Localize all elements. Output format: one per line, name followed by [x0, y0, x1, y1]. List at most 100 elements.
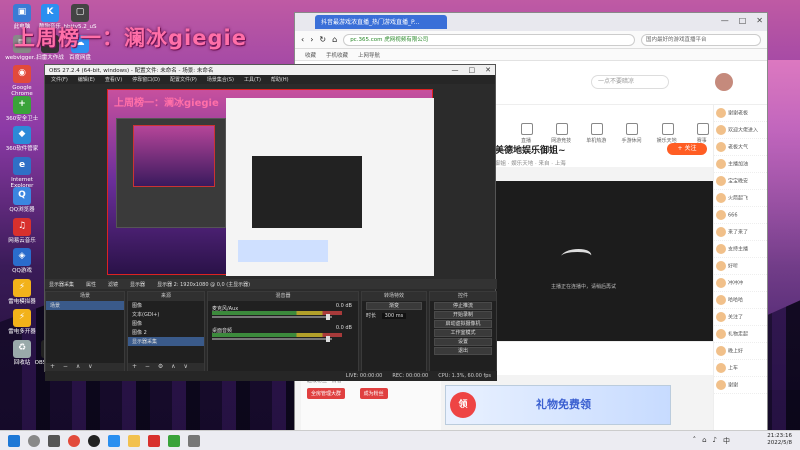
promo-banner[interactable]: 领 礼物免费领: [445, 385, 671, 425]
virtual-camera-button[interactable]: 启动虚拟摄像机: [434, 320, 492, 328]
user-avatar[interactable]: [715, 73, 733, 91]
minimize-icon[interactable]: —: [452, 65, 459, 75]
promo-badge: 领: [450, 392, 476, 418]
site-search-input[interactable]: 一点不要暗凉: [591, 75, 669, 89]
obs-menu-item[interactable]: 编辑(E): [78, 76, 95, 83]
browser-tabbar: 抖音最游戏浓直播_热门游戏直播_P... — □ ✕: [295, 13, 767, 31]
chat-message-text: 欢迎大佬进入: [728, 127, 759, 134]
controls-dock: 控件 停止推流 开始录制 启动虚拟摄像机 工作室模式 设置 退出: [429, 291, 497, 373]
close-icon[interactable]: ✕: [485, 65, 491, 75]
start-icon[interactable]: [8, 434, 20, 447]
become-fan-button[interactable]: 成为粉丝: [359, 388, 388, 399]
obs-menu-item[interactable]: 停靠窗口(D): [132, 76, 160, 83]
source-item[interactable]: 图像 2: [128, 328, 204, 337]
desktop-icon-label: QQ浏览器: [9, 207, 35, 213]
settings-icon[interactable]: [188, 434, 200, 447]
scene-item[interactable]: 场景: [46, 301, 124, 310]
stop-stream-button[interactable]: 停止推流: [434, 302, 492, 310]
refresh-icon[interactable]: ↻: [319, 35, 326, 44]
network-icon[interactable]: ⌂: [702, 436, 706, 446]
address-bar[interactable]: pc.365.com 虎网视频有限公司: [343, 33, 635, 46]
browser-tab-active[interactable]: 抖音最游戏浓直播_热门游戏直播_P...: [315, 15, 447, 29]
settings-button[interactable]: 设置: [434, 338, 492, 346]
maximize-icon[interactable]: □: [469, 65, 476, 75]
browser-search-input[interactable]: 国内最好的游戏直播平台: [641, 33, 761, 46]
desktop-icon-label: 雷电多开器: [8, 329, 36, 335]
maximize-icon[interactable]: □: [739, 16, 747, 25]
obs-icon[interactable]: [88, 434, 100, 447]
site-nav-item[interactable]: 手游休闲: [614, 105, 648, 149]
qq-icon[interactable]: [108, 434, 120, 447]
source-item[interactable]: 图像: [128, 301, 204, 310]
ldplayer-icon: ⚡: [13, 278, 31, 297]
source-item[interactable]: 显示器采集: [128, 337, 204, 346]
chat-message: 礼物走起: [714, 326, 767, 343]
transition-select[interactable]: 渐变: [366, 302, 422, 310]
source-item[interactable]: 图像: [128, 319, 204, 328]
forward-icon[interactable]: ›: [310, 35, 313, 44]
obs-preview[interactable]: 上周榜一：澜冰giegie: [107, 89, 434, 276]
obs-menu-item[interactable]: 工具(T): [244, 76, 261, 83]
chat-message: 晚上好: [714, 343, 767, 360]
chat-message-text: 好听: [728, 263, 739, 270]
bookmark-item[interactable]: 收藏: [305, 51, 316, 59]
desktop-icon[interactable]: ♫ 网易云音乐: [4, 217, 40, 244]
desktop-icon[interactable]: ⚡ 雷电多开器: [4, 309, 40, 335]
music-icon[interactable]: [148, 434, 160, 447]
avatar: [716, 159, 726, 169]
volume-slider-knob[interactable]: [326, 314, 330, 320]
source-name: 显示器采集: [49, 281, 75, 288]
game-icon[interactable]: [168, 434, 180, 447]
start-recording-button[interactable]: 开始录制: [434, 311, 492, 319]
bookmarks-bar: 收藏 手机收藏 上网导航: [295, 49, 767, 61]
chrome-icon[interactable]: [68, 434, 80, 447]
desktop-icon[interactable]: ⚡ 雷电模拟器: [4, 278, 40, 305]
studio-mode-button[interactable]: 工作室模式: [434, 329, 492, 337]
clock[interactable]: 21:23:16 2022/5/8: [767, 433, 792, 447]
volume-slider[interactable]: [212, 316, 332, 318]
obs-menu-item[interactable]: 查看(V): [105, 76, 122, 83]
obs-menu-item[interactable]: 场景集合(S): [207, 76, 234, 83]
360-icon: +: [13, 95, 31, 114]
mixer-dock: 混音器 麦克风/Aux 0.0 dB 桌面音频 0.0 dB: [207, 291, 359, 373]
properties-button[interactable]: 属性: [86, 281, 96, 288]
volume-icon[interactable]: ♪: [713, 436, 717, 446]
site-nav-item[interactable]: 单机热游: [579, 105, 613, 149]
obs-menu-item[interactable]: 配置文件(P): [170, 76, 197, 83]
source-item[interactable]: 文本(GDI+): [128, 310, 204, 319]
volume-slider-knob[interactable]: [326, 336, 330, 342]
desktop-icon[interactable]: Q QQ浏览器: [4, 187, 40, 213]
chat-message-text: 晚上好: [728, 348, 744, 355]
display-select[interactable]: 显示器 2: 1920x1080 @ 0,0 (主显示器): [157, 281, 250, 288]
bookmark-item[interactable]: 上网导航: [358, 51, 380, 59]
desktop-icon[interactable]: ◉ Google Chrome: [4, 65, 40, 97]
desktop-icon-label: 网易云音乐: [8, 237, 36, 244]
minimize-icon[interactable]: —: [721, 16, 729, 25]
chevron-up-icon[interactable]: ˄: [693, 436, 697, 446]
exit-button[interactable]: 退出: [434, 347, 492, 355]
ldplayer-multi-icon: ⚡: [13, 309, 31, 327]
obs-menu-item[interactable]: 帮助(H): [271, 76, 289, 83]
close-icon[interactable]: ✕: [756, 16, 763, 25]
obs-menu-item[interactable]: 文件(F): [51, 76, 68, 83]
home-icon[interactable]: ⌂: [332, 35, 337, 44]
duration-input[interactable]: 300 ms: [381, 313, 407, 319]
follow-button[interactable]: + 关注: [667, 143, 707, 155]
volume-slider[interactable]: [212, 338, 332, 340]
ime-icon[interactable]: 中: [723, 436, 730, 446]
filters-button[interactable]: 滤镜: [108, 281, 118, 288]
streamer-title: 美德地娱乐御姐~: [495, 146, 566, 156]
search-icon[interactable]: [28, 434, 40, 447]
back-icon[interactable]: ‹: [301, 35, 304, 44]
explorer-icon[interactable]: [128, 434, 140, 447]
desktop-icon-label: 雷电模拟器: [8, 298, 36, 305]
bookmark-item[interactable]: 手机收藏: [326, 51, 348, 59]
desktop-icon[interactable]: ◈ QQ游戏: [4, 248, 40, 274]
fan-group-button[interactable]: 全房管理大群: [307, 388, 346, 399]
display-label: 显示器: [130, 281, 146, 288]
mixer-channel-db: 0.0 dB: [335, 325, 352, 331]
desktop-icon[interactable]: e Internet Explorer: [4, 156, 40, 189]
desktop-icon[interactable]: ◆ 360软件管家: [4, 126, 40, 152]
desktop-icon[interactable]: +360安全卫士: [4, 95, 40, 122]
task-view-icon[interactable]: [48, 434, 60, 447]
